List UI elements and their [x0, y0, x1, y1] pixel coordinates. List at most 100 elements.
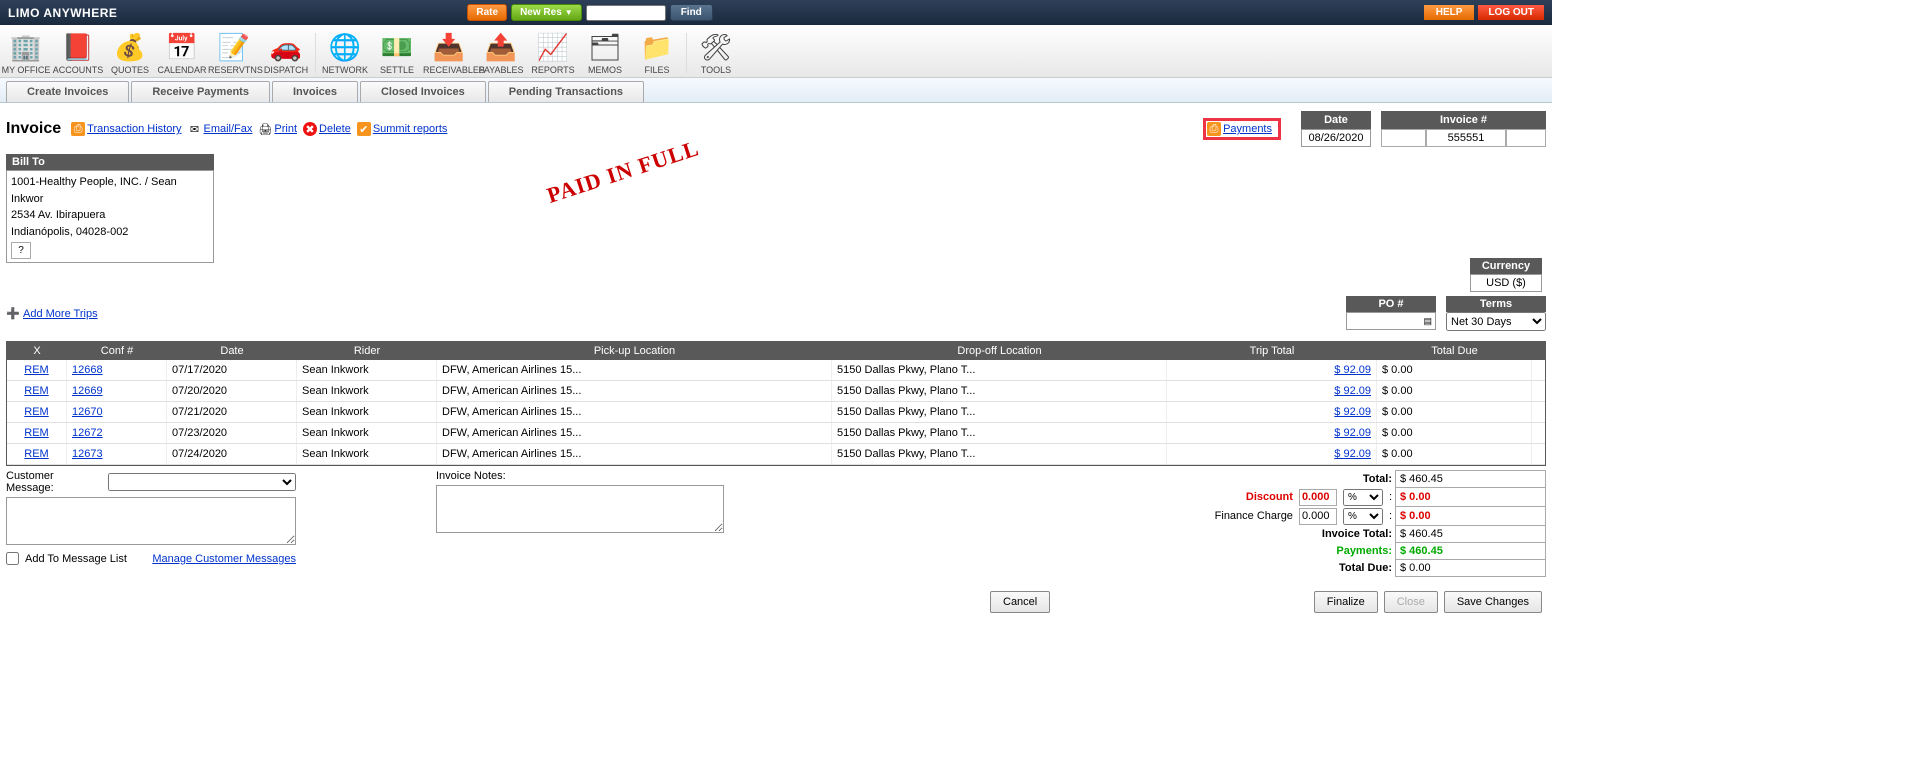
conf-link[interactable]: 12668 [72, 364, 103, 376]
tab-pending-transactions[interactable]: Pending Transactions [488, 81, 644, 102]
conf-link[interactable]: 12673 [72, 448, 103, 460]
rate-button[interactable]: Rate [467, 4, 507, 21]
finalize-button[interactable]: Finalize [1314, 591, 1378, 613]
trip-total-link[interactable]: $ 92.09 [1334, 406, 1371, 418]
toolbar-reservtns[interactable]: 📝RESERVTNS [208, 29, 260, 77]
rem-link[interactable]: REM [24, 427, 48, 439]
col-drop: Drop-off Location [832, 342, 1167, 360]
discount-input[interactable] [1299, 489, 1337, 506]
conf-link[interactable]: 12669 [72, 385, 103, 397]
summit-reports-link[interactable]: ✔Summit reports [357, 122, 448, 136]
tab-receive-payments[interactable]: Receive Payments [131, 81, 270, 102]
list-icon: ▤ [1423, 316, 1432, 327]
toolbar-memos[interactable]: 🗂MEMOS [579, 29, 631, 77]
email-fax-link[interactable]: ✉Email/Fax [187, 122, 252, 136]
toolbar-calendar[interactable]: 📅CALENDAR [156, 29, 208, 77]
print-link[interactable]: 🖨Print [258, 122, 297, 136]
toolbar-label: RESERVTNS [208, 65, 260, 75]
toolbar-my office[interactable]: 🏢MY OFFICE [0, 29, 52, 77]
logout-button[interactable]: LOG OUT [1478, 5, 1544, 20]
customer-message-select[interactable] [108, 473, 296, 491]
cell-rider: Sean Inkwork [297, 360, 437, 380]
cell-date: 07/20/2020 [167, 381, 297, 401]
rem-link[interactable]: REM [24, 406, 48, 418]
trip-total-link[interactable]: $ 92.09 [1334, 385, 1371, 397]
toolbar-icon: 📕 [52, 29, 104, 65]
customer-message-block: Customer Message: Add To Message List Ma… [6, 470, 296, 565]
delete-link[interactable]: ✖Delete [303, 122, 351, 136]
po-input[interactable]: ▤ [1346, 312, 1436, 330]
inv-next-button[interactable] [1506, 129, 1546, 147]
save-changes-button[interactable]: Save Changes [1444, 591, 1542, 613]
chevron-down-icon: ▼ [565, 8, 573, 17]
trip-total-link[interactable]: $ 92.09 [1334, 427, 1371, 439]
invoice-notes-textarea[interactable] [436, 485, 724, 533]
tab-closed-invoices[interactable]: Closed Invoices [360, 81, 486, 102]
invoice-notes-label: Invoice Notes: [436, 470, 726, 482]
add-more-trips-link[interactable]: ➕Add More Trips [6, 307, 98, 321]
total-due-value: $ 0.00 [1396, 560, 1546, 577]
transaction-history-link[interactable]: ⎙Transaction History [71, 122, 181, 136]
cancel-button[interactable]: Cancel [990, 591, 1050, 613]
toolbar-settle[interactable]: 💵SETTLE [371, 29, 423, 77]
cell-dropoff: 5150 Dallas Pkwy, Plano T... [832, 423, 1167, 443]
toolbar-quotes[interactable]: 💰QUOTES [104, 29, 156, 77]
top-search-input[interactable] [586, 5, 666, 21]
toolbar-icon: 📤 [475, 29, 527, 65]
conf-link[interactable]: 12672 [72, 427, 103, 439]
toolbar-icon: 🏢 [0, 29, 52, 65]
tab-invoices[interactable]: Invoices [272, 81, 358, 102]
toolbar-files[interactable]: 📁FILES [631, 29, 683, 77]
finance-value: $ 0.00 [1396, 507, 1546, 526]
main-toolbar: 🏢MY OFFICE📕ACCOUNTS💰QUOTES📅CALENDAR📝RESE… [0, 25, 1552, 78]
toolbar-label: MY OFFICE [0, 65, 52, 75]
col-due: Total Due [1377, 342, 1532, 360]
logo: LIMO ANYWHERE [8, 6, 117, 20]
bill-to-help-button[interactable]: ? [11, 242, 31, 259]
finance-input[interactable] [1299, 508, 1337, 525]
find-button[interactable]: Find [670, 4, 713, 21]
conf-link[interactable]: 12670 [72, 406, 103, 418]
history-icon: ⎙ [71, 122, 85, 136]
page-title: Invoice [6, 120, 61, 138]
finance-type-select[interactable]: % [1343, 508, 1383, 525]
customer-message-textarea[interactable] [6, 497, 296, 545]
rem-link[interactable]: REM [24, 385, 48, 397]
trip-total-link[interactable]: $ 92.09 [1334, 364, 1371, 376]
col-date: Date [167, 342, 297, 360]
date-value[interactable]: 08/26/2020 [1301, 129, 1371, 147]
cell-dropoff: 5150 Dallas Pkwy, Plano T... [832, 381, 1167, 401]
manage-customer-messages-link[interactable]: Manage Customer Messages [152, 553, 296, 565]
trip-total-link[interactable]: $ 92.09 [1334, 448, 1371, 460]
toolbar-icon: 📁 [631, 29, 683, 65]
payments-button[interactable]: ⎙Payments [1203, 118, 1281, 140]
toolbar-network[interactable]: 🌐NETWORK [319, 29, 371, 77]
toolbar-receivables[interactable]: 📥RECEIVABLES [423, 29, 475, 77]
toolbar-dispatch[interactable]: 🚗DISPATCH [260, 29, 312, 77]
invoice-number-value: 555551 [1426, 129, 1506, 147]
toolbar-label: RECEIVABLES [423, 65, 475, 75]
toolbar-reports[interactable]: 📈REPORTS [527, 29, 579, 77]
table-row: REM1267207/23/2020Sean InkworkDFW, Ameri… [7, 423, 1545, 444]
rem-link[interactable]: REM [24, 364, 48, 376]
terms-select[interactable]: Net 30 Days [1446, 312, 1546, 331]
subtabs: Create InvoicesReceive PaymentsInvoicesC… [0, 78, 1552, 103]
inv-prev-button[interactable] [1381, 129, 1426, 147]
toolbar-icon: 💰 [104, 29, 156, 65]
col-pick: Pick-up Location [437, 342, 832, 360]
toolbar-payables[interactable]: 📤PAYABLES [475, 29, 527, 77]
discount-type-select[interactable]: % [1343, 489, 1383, 506]
total-value: $ 460.45 [1396, 471, 1546, 488]
toolbar-accounts[interactable]: 📕ACCOUNTS [52, 29, 104, 77]
toolbar-label: MEMOS [579, 65, 631, 75]
new-res-button[interactable]: New Res▼ [511, 4, 582, 21]
add-to-message-list-checkbox[interactable] [6, 552, 19, 565]
trips-table: X Conf # Date Rider Pick-up Location Dro… [6, 341, 1546, 466]
close-button[interactable]: Close [1384, 591, 1438, 613]
invoice-number-box: Invoice # 555551 [1381, 111, 1546, 147]
help-button[interactable]: HELP [1424, 5, 1475, 20]
cell-dropoff: 5150 Dallas Pkwy, Plano T... [832, 360, 1167, 380]
rem-link[interactable]: REM [24, 448, 48, 460]
toolbar-tools[interactable]: 🛠TOOLS [690, 29, 742, 77]
tab-create-invoices[interactable]: Create Invoices [6, 81, 129, 102]
